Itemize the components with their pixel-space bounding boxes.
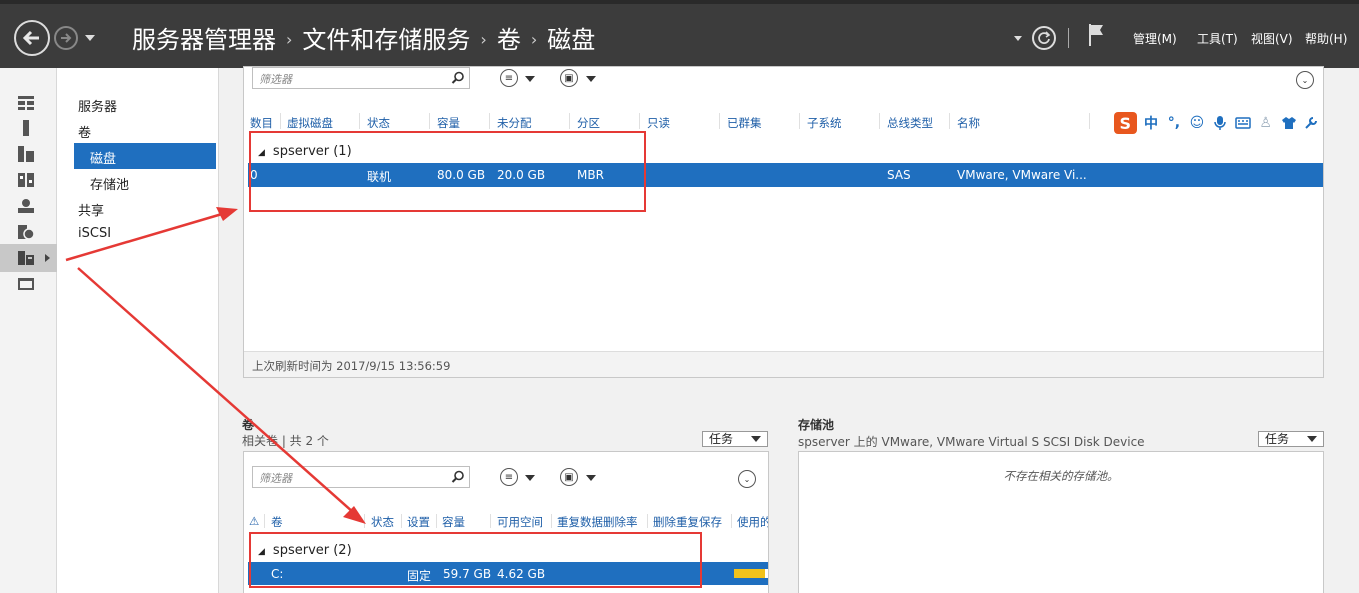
arrow-to-volumes: [77, 267, 366, 524]
arrow-to-disks: [65, 207, 238, 262]
annotation-arrows: [65, 207, 366, 524]
